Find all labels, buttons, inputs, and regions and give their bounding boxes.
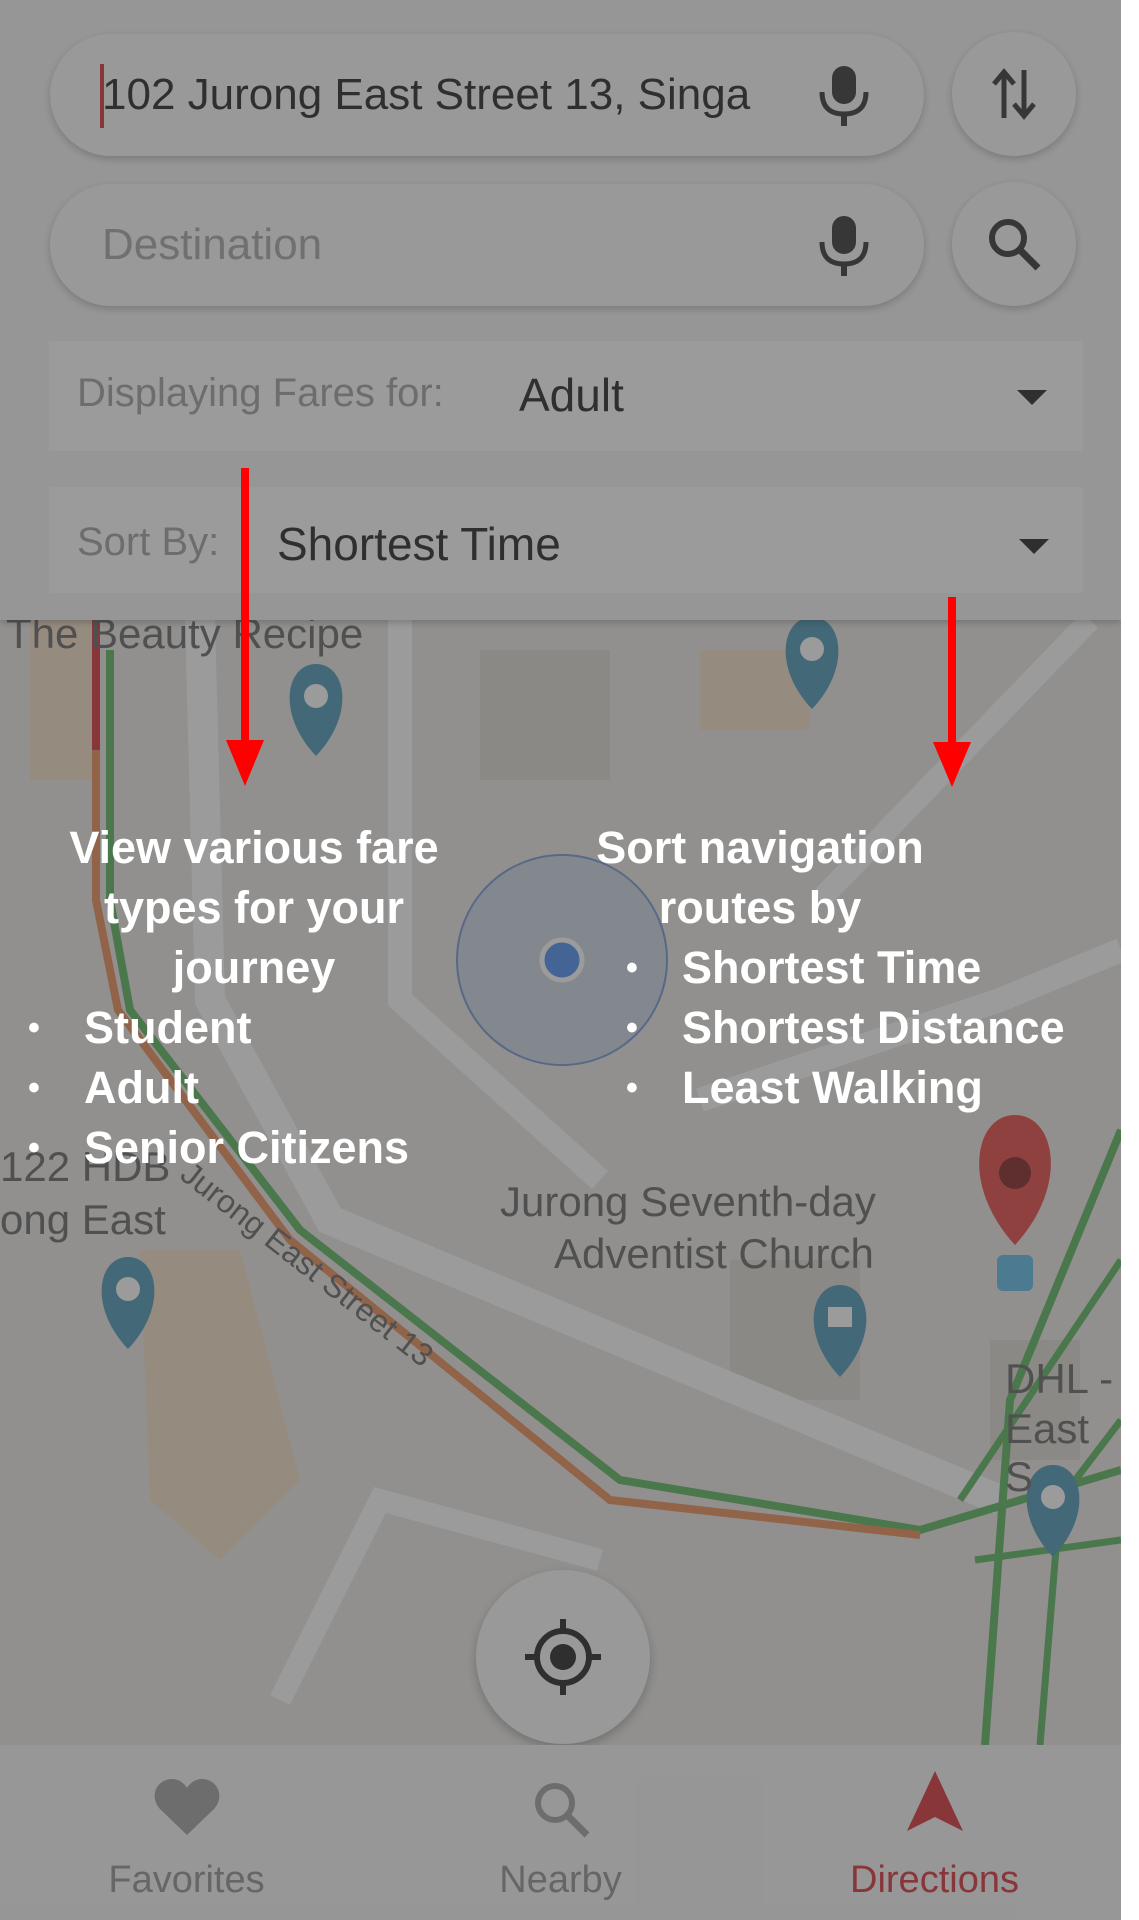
map-label-hdb-2: ong East <box>0 1196 166 1243</box>
callout-title-line: routes by <box>510 878 1010 938</box>
list-item-text: Least Walking <box>682 1062 983 1113</box>
building-block <box>140 1250 300 1560</box>
destination-marker-icon <box>979 1115 1051 1291</box>
annotation-arrow-right <box>933 597 971 787</box>
place-pin-icon <box>289 664 343 756</box>
sort-by-label: Sort By: <box>77 520 220 564</box>
origin-field[interactable]: 102 Jurong East Street 13, Singa <box>50 34 924 156</box>
list-item-text: Student <box>84 1002 252 1053</box>
callout-title-line: View various fare <box>69 822 439 873</box>
chevron-down-icon <box>1019 539 1049 554</box>
callout-title-text: Sort navigation <box>596 822 924 873</box>
callout-title-line: journey <box>172 942 336 993</box>
map-label-church: Jurong Seventh-day <box>500 1178 876 1225</box>
map-label-dhl: DHL - <box>1005 1355 1114 1402</box>
fare-type-label: Displaying Fares for: <box>77 371 444 415</box>
list-item: • Adult <box>28 1062 199 1113</box>
callout-title-line: Sort navigation <box>510 818 1010 878</box>
sort-by-dropdown[interactable]: Sort By: Shortest Time <box>49 487 1083 593</box>
list-item: • Least Walking <box>626 1062 983 1113</box>
nav-item-directions[interactable]: Directions <box>748 1745 1121 1920</box>
crosshair-icon <box>525 1619 601 1695</box>
chevron-down-icon <box>1017 390 1047 405</box>
origin-input[interactable]: 102 Jurong East Street 13, Singa <box>102 34 792 156</box>
callout-title-text: routes by <box>658 882 862 933</box>
microphone-icon[interactable] <box>814 214 874 276</box>
sort-routes-callout: Sort navigation routes by • Shortest Time… <box>596 818 1120 1118</box>
list-item-text: Shortest Distance <box>682 1002 1065 1053</box>
my-location-button[interactable] <box>476 1570 650 1744</box>
navigation-arrow-icon <box>906 1771 963 1831</box>
nav-item-nearby[interactable]: Nearby <box>374 1745 747 1920</box>
fare-type-dropdown[interactable]: Displaying Fares for: Adult <box>49 341 1083 451</box>
nav-label-nearby: Nearby <box>499 1859 622 1901</box>
search-icon <box>989 219 1041 271</box>
list-item-text: Senior Citizens <box>84 1122 410 1173</box>
search-panel: 102 Jurong East Street 13, Singa Destina… <box>0 0 1121 620</box>
destination-field[interactable]: Destination <box>50 184 924 306</box>
fare-type-value: Adult <box>519 369 624 421</box>
microphone-icon[interactable] <box>814 64 874 126</box>
map-label-church-2: Adventist Church <box>554 1230 874 1277</box>
callout-title-line: types for your <box>103 882 405 933</box>
nav-label-favorites: Favorites <box>108 1859 265 1901</box>
current-location-dot <box>539 937 585 983</box>
search-button[interactable] <box>952 182 1076 306</box>
list-item: • Senior Citizens <box>28 1122 410 1173</box>
list-item-text: Adult <box>84 1062 199 1113</box>
heart-icon <box>154 1779 219 1835</box>
search-icon <box>534 1783 589 1838</box>
sort-options-list: • Shortest Time • Shortest Distance • Least… <box>620 938 1120 1118</box>
nav-label-directions: Directions <box>850 1859 1019 1901</box>
nav-item-favorites[interactable]: Favorites <box>0 1745 373 1920</box>
sort-by-value: Shortest Time <box>277 518 561 570</box>
map-label-dhl-2: East S <box>1005 1405 1090 1500</box>
building-block <box>480 650 610 780</box>
fare-types-callout: View various fare types for your journey… <box>24 818 484 1178</box>
list-item: • Shortest Time <box>626 942 982 993</box>
list-item-text: Shortest Time <box>682 942 982 993</box>
swap-button[interactable] <box>952 32 1076 156</box>
list-item: • Shortest Distance <box>626 1002 1065 1053</box>
swap-arrows-icon <box>992 68 1036 120</box>
app-screen: The Beauty Recipe 122 HDB ong East Juron… <box>0 0 1121 1920</box>
fare-types-list: • Student • Adult • Senior Citizens <box>24 998 484 1178</box>
destination-input[interactable]: Destination <box>102 184 792 306</box>
annotation-arrow-left <box>226 468 264 786</box>
list-item: • Student <box>28 1002 252 1053</box>
bottom-navigation: Favorites Nearby Directions <box>0 1745 1121 1920</box>
